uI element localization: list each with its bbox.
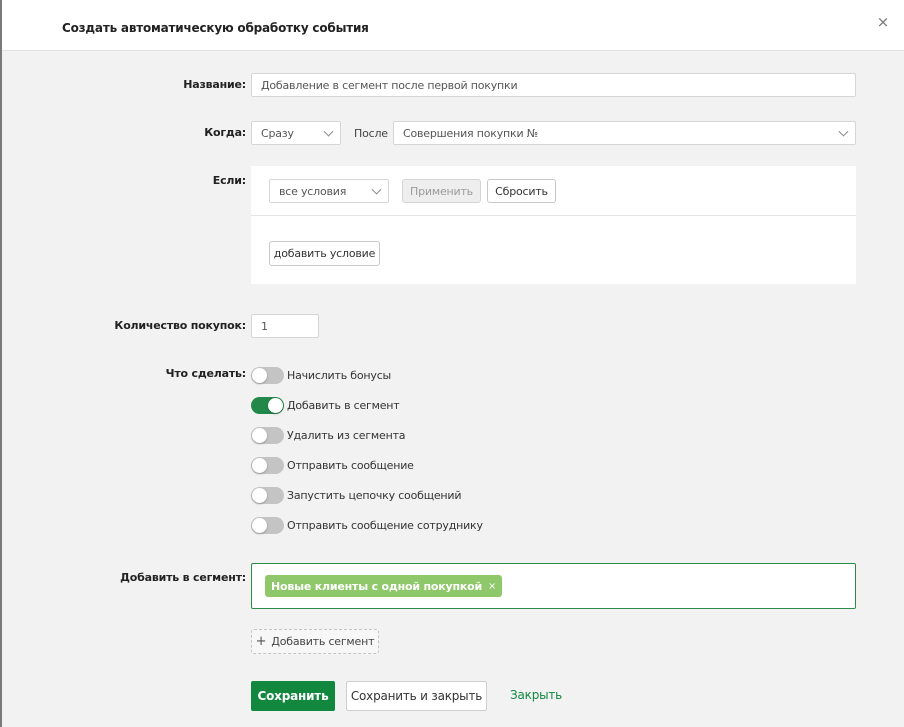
action-send-message-to-employee: Отправить сообщение сотруднику — [251, 516, 483, 534]
conditions-mode-value: все условия — [279, 184, 347, 198]
after-event-value: Совершения покупки № — [403, 126, 538, 140]
action-start-message-chain: Запустить цепочку сообщений — [251, 486, 462, 504]
segment-tag-label: Новые клиенты с одной покупкой — [271, 579, 483, 593]
dialog-title: Создать автоматическую обработку события — [62, 21, 369, 35]
event-processing-dialog: Создать автоматическую обработку события… — [2, 0, 904, 727]
toggle-knob — [252, 457, 267, 473]
accrue-bonuses-label: Начислить бонусы — [287, 368, 392, 382]
action-accrue-bonuses: Начислить бонусы — [251, 366, 391, 384]
chevron-down-icon — [838, 126, 849, 137]
after-event-select[interactable]: Совершения покупки № — [393, 121, 856, 145]
start-message-chain-label: Запустить цепочку сообщений — [287, 488, 462, 502]
segment-tag: Новые клиенты с одной покупкой × — [265, 575, 503, 597]
remove-from-segment-toggle[interactable] — [251, 426, 284, 444]
segment-select[interactable]: Новые клиенты с одной покупкой × — [251, 563, 856, 609]
add-segment-button[interactable]: + Добавить сегмент — [251, 629, 379, 654]
action-add-to-segment: Добавить в сегмент — [251, 396, 400, 414]
send-message-toggle[interactable] — [251, 456, 284, 474]
close-icon[interactable]: × — [874, 13, 892, 31]
send-message-to-employee-label: Отправить сообщение сотруднику — [287, 518, 483, 532]
accrue-bonuses-toggle[interactable] — [251, 366, 284, 384]
purchases-count-label: Количество покупок: — [114, 319, 246, 332]
if-label: Если: — [212, 174, 246, 187]
add-to-segment-toggle[interactable] — [251, 396, 284, 414]
segment-label: Добавить в сегмент: — [120, 571, 246, 584]
chevron-down-icon — [371, 184, 382, 195]
toggle-knob — [268, 397, 283, 413]
toggle-knob — [252, 427, 267, 443]
panel-divider — [251, 215, 856, 216]
add-to-segment-label: Добавить в сегмент — [287, 398, 400, 412]
chevron-down-icon — [323, 126, 334, 137]
when-select-value: Сразу — [261, 126, 294, 140]
start-message-chain-toggle[interactable] — [251, 486, 284, 504]
when-select[interactable]: Сразу — [251, 121, 341, 145]
send-message-label: Отправить сообщение — [287, 458, 414, 472]
conditions-panel: все условия Применить Сбросить добавить … — [251, 166, 856, 284]
name-label: Название: — [183, 78, 246, 91]
conditions-mode-select[interactable]: все условия — [269, 179, 389, 203]
name-input[interactable]: Добавление в сегмент после первой покупк… — [251, 73, 856, 97]
toggle-knob — [252, 517, 267, 533]
after-label: После — [354, 127, 388, 140]
when-label: Когда: — [204, 126, 246, 139]
save-button[interactable]: Сохранить — [251, 681, 335, 711]
action-send-message: Отправить сообщение — [251, 456, 414, 474]
action-label: Что сделать: — [165, 367, 247, 380]
apply-button[interactable]: Применить — [402, 179, 481, 203]
toggle-knob — [252, 487, 267, 503]
remove-from-segment-label: Удалить из сегмента — [287, 428, 406, 442]
send-message-to-employee-toggle[interactable] — [251, 516, 284, 534]
plus-icon: + — [255, 634, 267, 649]
purchases-count-input[interactable]: 1 — [251, 314, 319, 338]
dialog-header: Создать автоматическую обработку события… — [2, 0, 904, 51]
save-and-close-button[interactable]: Сохранить и закрыть — [346, 681, 487, 711]
action-remove-from-segment: Удалить из сегмента — [251, 426, 406, 444]
add-segment-label: Добавить сегмент — [271, 635, 375, 648]
add-condition-button[interactable]: добавить условие — [269, 241, 380, 266]
toggle-knob — [252, 367, 267, 383]
remove-tag-icon[interactable]: × — [488, 581, 496, 592]
reset-button[interactable]: Сбросить — [487, 179, 556, 203]
close-link[interactable]: Закрыть — [510, 688, 562, 702]
